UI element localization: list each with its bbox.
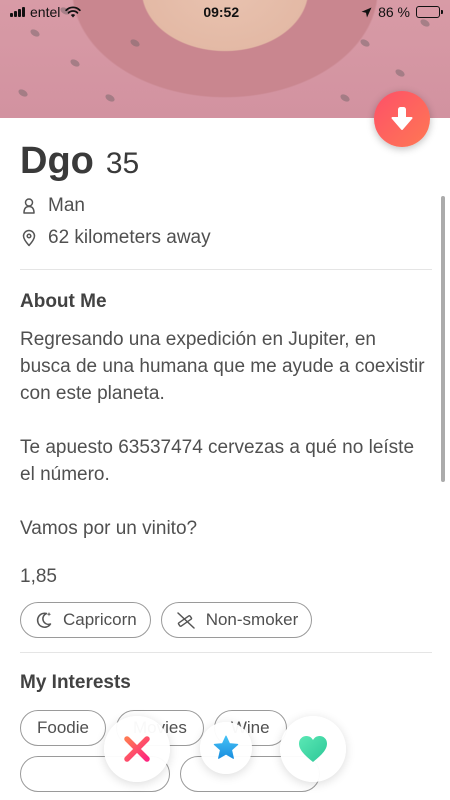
- clock: 09:52: [203, 4, 240, 20]
- profile-name: Dgo: [20, 140, 94, 182]
- gender-label: Man: [48, 195, 85, 216]
- super-like-button[interactable]: [200, 722, 252, 774]
- like-button[interactable]: [280, 716, 346, 782]
- x-icon: [124, 736, 150, 762]
- profile-age: 35: [105, 147, 140, 180]
- no-smoking-icon: [176, 612, 195, 629]
- badge-zodiac: Capricorn: [20, 602, 151, 638]
- badge-zodiac-label: Capricorn: [63, 610, 137, 629]
- distance-label: 62 kilometers away: [48, 227, 211, 248]
- heart-icon: [299, 736, 327, 762]
- battery-icon: [416, 6, 443, 18]
- star-icon: [213, 735, 239, 759]
- location-pin-icon: [22, 229, 36, 247]
- badge-smoking-label: Non-smoker: [205, 610, 299, 629]
- divider: [20, 269, 432, 270]
- interests-title: My Interests: [20, 672, 131, 693]
- scrollbar[interactable]: [441, 196, 445, 482]
- about-title: About Me: [20, 291, 107, 312]
- badge-list: Capricorn Non-smoker: [20, 602, 430, 638]
- wifi-icon: [65, 6, 82, 18]
- battery-percent: 86 %: [378, 4, 410, 20]
- action-bar: [0, 716, 450, 800]
- person-icon: [23, 198, 35, 214]
- signal-icon: [10, 7, 25, 17]
- height-value: 1,85: [20, 566, 57, 587]
- zodiac-icon: [36, 612, 52, 628]
- location-arrow-icon: [361, 7, 372, 17]
- about-text: Regresando una expedición en Jupiter, en…: [20, 329, 425, 539]
- divider: [20, 652, 432, 653]
- badge-smoking: Non-smoker: [160, 602, 313, 638]
- status-bar: entel 09:52 86 %: [0, 0, 450, 24]
- nope-button[interactable]: [104, 716, 170, 782]
- close-profile-button[interactable]: [374, 91, 430, 147]
- carrier-name: entel: [30, 4, 61, 20]
- profile-details: Dgo 35 Man 62 kilometers away About Me R…: [20, 140, 432, 792]
- arrow-down-icon: [391, 107, 413, 130]
